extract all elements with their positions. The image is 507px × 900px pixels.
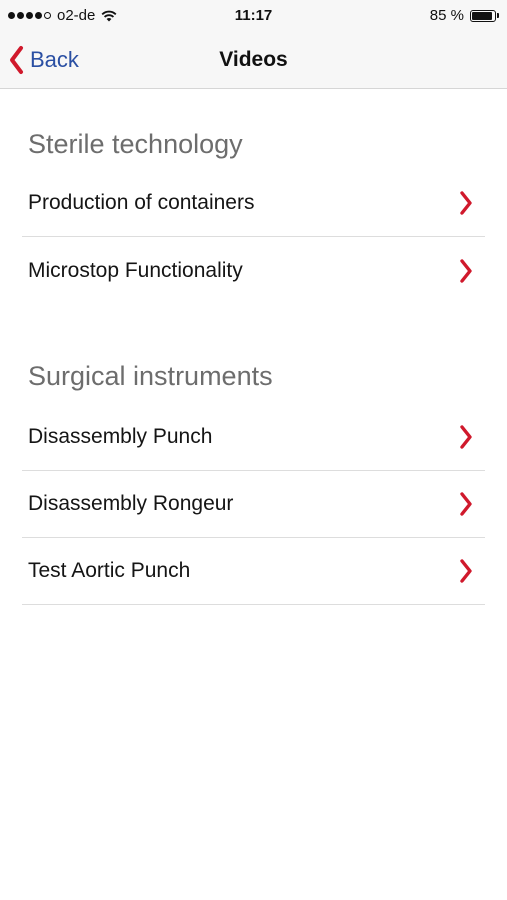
list-item-label: Production of containers <box>28 191 255 214</box>
back-button[interactable]: Back <box>8 32 79 88</box>
battery-tip <box>497 13 499 18</box>
list-item-label: Disassembly Rongeur <box>28 492 234 515</box>
list-item-microstop-functionality[interactable]: Microstop Functionality <box>22 237 485 304</box>
status-right: 85 % <box>430 7 499 24</box>
list-item-label: Microstop Functionality <box>28 258 243 282</box>
list-item-test-aortic-punch[interactable]: Test Aortic Punch <box>22 538 485 605</box>
status-bar: o2-de 11:17 85 % <box>0 0 507 32</box>
list-item-label: Disassembly Punch <box>28 425 213 448</box>
list-item-disassembly-rongeur[interactable]: Disassembly Rongeur <box>22 471 485 538</box>
navigation-bar: Back Videos <box>0 32 507 89</box>
chevron-right-icon <box>460 559 472 583</box>
chevron-right-icon <box>460 425 472 449</box>
video-list: Sterile technology Production of contain… <box>22 89 485 605</box>
back-label: Back <box>30 47 79 72</box>
list-item-production-of-containers[interactable]: Production of containers <box>22 170 485 237</box>
battery-icon <box>470 9 496 22</box>
chevron-left-icon <box>10 46 23 74</box>
list-item-disassembly-punch[interactable]: Disassembly Punch <box>22 404 485 471</box>
section-header-sterile-technology: Sterile technology <box>28 129 243 159</box>
chevron-right-icon <box>460 258 472 283</box>
list-item-label: Test Aortic Punch <box>28 559 191 582</box>
chevron-right-icon <box>460 492 472 516</box>
chevron-right-icon <box>460 191 472 215</box>
section-header-surgical-instruments: Surgical instruments <box>28 361 273 391</box>
battery-percent: 85 % <box>429 7 464 24</box>
